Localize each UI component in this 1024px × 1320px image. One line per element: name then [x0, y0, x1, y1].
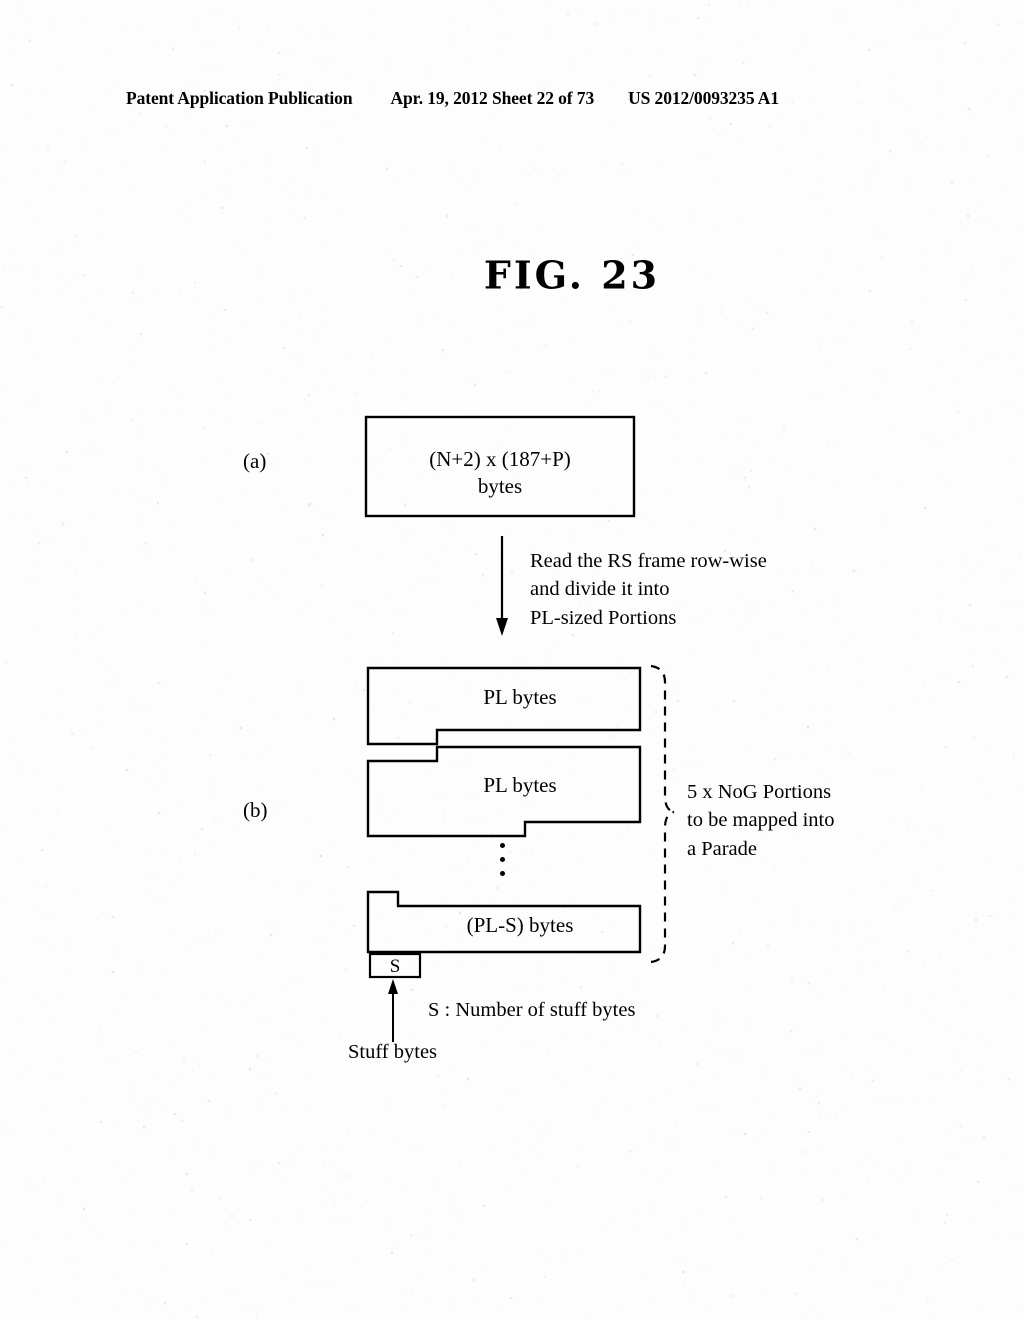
- ellipsis-dot: [500, 871, 505, 876]
- portion-1-label: PL bytes: [483, 685, 557, 709]
- ellipsis-dot: [500, 857, 505, 862]
- ellipsis-dot: [500, 843, 505, 848]
- stuff-bytes-caption: Stuff bytes: [348, 1041, 438, 1063]
- read-note-line-1: Read the RS frame row-wise: [530, 550, 767, 572]
- process-arrow-head: [496, 618, 508, 636]
- read-rs-frame-note: Read the RS frame row-wise and divide it…: [530, 547, 767, 632]
- portion-2-label: PL bytes: [483, 773, 557, 797]
- stuff-box-label: S: [389, 956, 401, 977]
- rs-frame-line-2: bytes: [477, 473, 523, 498]
- rs-frame-label: (N+2) x (187+P) bytes: [366, 446, 634, 500]
- stuff-arrow-head: [388, 979, 398, 994]
- stuff-bytes-legend: S : Number of stuff bytes: [428, 999, 636, 1021]
- rs-frame-line-1: (N+2) x (187+P): [429, 447, 571, 471]
- parade-note: 5 x NoG Portions to be mapped into a Par…: [687, 778, 834, 863]
- portion-last-label: (PL-S) bytes: [466, 913, 574, 937]
- parade-brace: [650, 664, 675, 964]
- parade-note-line-3: a Parade: [687, 837, 757, 860]
- read-note-line-2: and divide it into: [530, 578, 670, 601]
- patent-page: Patent Application Publication Apr. 19, …: [0, 0, 1024, 1320]
- parade-note-line-2: to be mapped into: [687, 809, 835, 832]
- parade-note-line-1: 5 x NoG Portions: [687, 781, 832, 803]
- figure-line-art: [364, 415, 675, 1042]
- read-note-line-3: PL-sized Portions: [530, 606, 677, 629]
- ellipsis-dots: [500, 843, 505, 885]
